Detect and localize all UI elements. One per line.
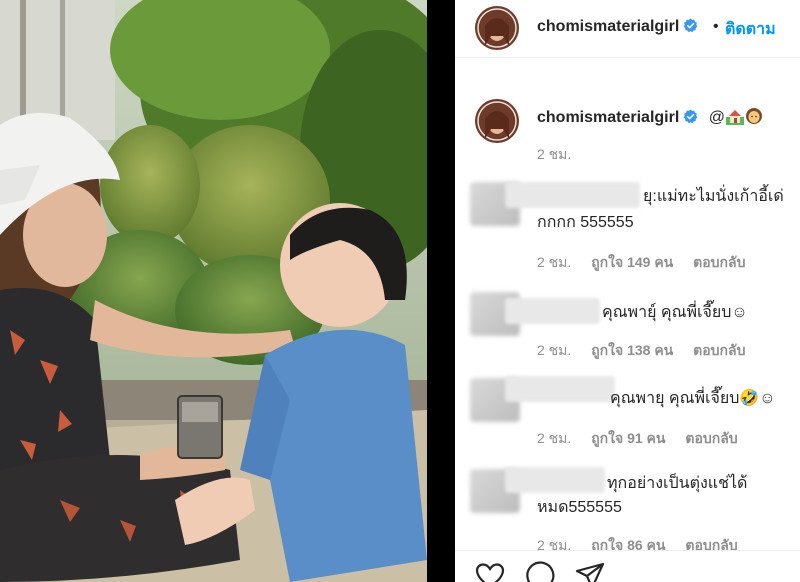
comment-meta: 2 ชม. ถูกใจ 149 คน ตอบกลับ xyxy=(537,252,762,274)
comment-likes[interactable]: ถูกใจ 91 คน xyxy=(591,430,665,446)
comment-item: คุณพายุ์ คุณพี่เจี๊ยบ☺ 2 ชม. ถูกใจ 138 ค… xyxy=(455,290,800,368)
comment-item: คุณพายุ คุณพี่เจี๊ยบ🤣☺ 2 ชม. ถูกใจ 91 คน… xyxy=(455,376,800,454)
caption-row: chomismaterialgirl @ xyxy=(537,107,763,127)
comment-text: คุณพายุ์ คุณพี่เจี๊ยบ☺ xyxy=(602,304,748,321)
reply-button[interactable]: ตอบกลับ xyxy=(685,430,737,446)
post-photo xyxy=(0,0,427,582)
username-link[interactable]: chomismaterialgirl xyxy=(537,18,679,35)
comment-likes[interactable]: ถูกใจ 149 คน xyxy=(591,254,673,270)
comment-text: ทุกอย่างเป็นตุ่งแช่ได้ xyxy=(607,475,748,492)
comment-likes[interactable]: ถูกใจ 138 คน xyxy=(591,342,673,358)
header-username-row: chomismaterialgirl xyxy=(537,18,698,36)
comment-time: 2 ชม. xyxy=(537,537,572,550)
caption-mention[interactable]: @ xyxy=(709,109,725,126)
share-icon[interactable] xyxy=(575,561,605,582)
verified-badge-icon xyxy=(683,18,698,33)
house-with-garden-emoji-icon xyxy=(725,110,744,125)
reply-button[interactable]: ตอบกลับ xyxy=(693,342,745,358)
comment-time: 2 ชม. xyxy=(537,342,572,358)
comment-meta: 2 ชม. ถูกใจ 138 คน ตอบกลับ xyxy=(537,340,762,362)
comment-text: คุณพายุ คุณพี่เจี๊ยบ🤣☺ xyxy=(610,390,776,407)
separator-dot: • xyxy=(713,18,719,35)
avatar[interactable] xyxy=(475,99,519,143)
comment-likes[interactable]: ถูกใจ 86 คน xyxy=(591,537,665,550)
caption-meta: 2 ชม. xyxy=(537,144,587,166)
comment-meta: 2 ชม. ถูกใจ 91 คน ตอบกลับ xyxy=(537,428,754,450)
comment-time: 2 ชม. xyxy=(537,254,572,270)
comment-text-continued: กกกก 555555 xyxy=(537,214,634,231)
comment-text: ยุ:แม่ทะไมนั่งเก้าอี้เด่ xyxy=(643,188,784,205)
commenter-username-redacted xyxy=(505,182,640,208)
verified-badge-icon xyxy=(683,109,698,124)
woman-emoji-icon xyxy=(745,108,762,124)
comment-text-continued: หมด555555 xyxy=(537,499,622,516)
caption-time: 2 ชม. xyxy=(537,146,572,162)
comment-item: ยุ:แม่ทะไมนั่งเก้าอี้เด่ กกกก 555555 2 ช… xyxy=(455,180,800,272)
commenter-username-redacted xyxy=(505,376,615,402)
post-actions xyxy=(455,550,800,582)
comment-time: 2 ชม. xyxy=(537,430,572,446)
heart-icon[interactable] xyxy=(475,561,505,582)
commenter-username-redacted xyxy=(505,467,605,493)
comment-item: ทุกอย่างเป็นตุ่งแช่ได้ หมด555555 2 ชม. ถ… xyxy=(455,465,800,550)
follow-button[interactable]: ติดตาม xyxy=(725,17,776,42)
media-border xyxy=(427,0,455,582)
comment-meta: 2 ชม. ถูกใจ 86 คน ตอบกลับ xyxy=(537,535,754,550)
post-side-panel: chomismaterialgirl • ติดตาม chomismateri… xyxy=(455,0,800,582)
reply-button[interactable]: ตอบกลับ xyxy=(693,254,745,270)
post-media[interactable] xyxy=(0,0,427,582)
avatar[interactable] xyxy=(475,6,519,50)
reply-button[interactable]: ตอบกลับ xyxy=(685,537,737,550)
comment-icon[interactable] xyxy=(525,561,555,582)
caption-username-link[interactable]: chomismaterialgirl xyxy=(537,109,679,126)
post-header: chomismaterialgirl • ติดตาม xyxy=(455,0,800,58)
commenter-username-redacted xyxy=(505,298,600,324)
comments-list[interactable]: chomismaterialgirl @ 2 ชม. ยุ:แม่ทะไมนั่… xyxy=(455,58,800,550)
post-caption: chomismaterialgirl @ 2 ชม. xyxy=(455,58,800,168)
